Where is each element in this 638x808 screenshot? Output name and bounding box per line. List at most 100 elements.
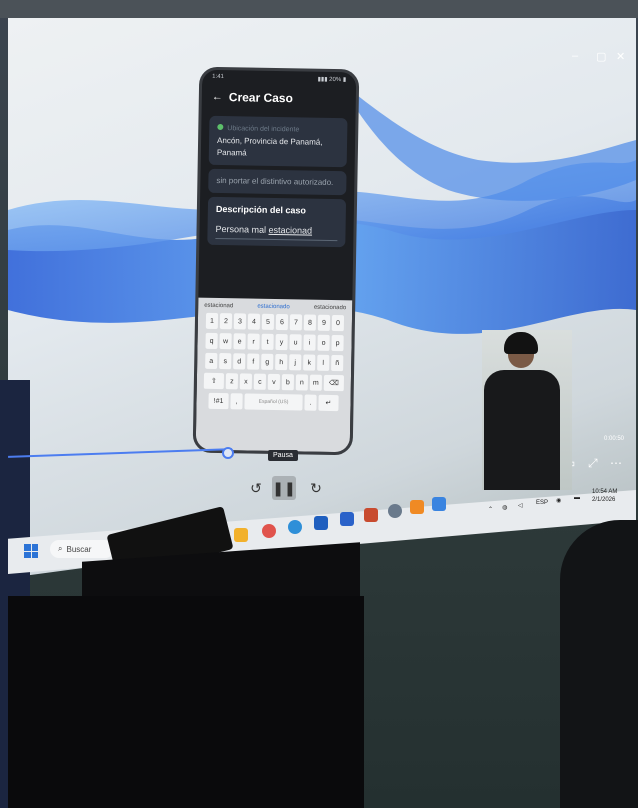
key[interactable]: 9 [317, 314, 331, 331]
key[interactable]: 8 [303, 314, 317, 331]
key[interactable]: h [275, 354, 288, 371]
key[interactable]: s [219, 353, 232, 370]
seek-knob[interactable] [222, 447, 234, 459]
key[interactable]: !#1 [208, 392, 229, 410]
key[interactable]: j [289, 354, 302, 371]
key[interactable]: v [267, 373, 281, 391]
key[interactable]: a [205, 352, 218, 369]
key[interactable]: 1 [205, 312, 219, 329]
key[interactable]: 4 [247, 313, 261, 330]
key[interactable]: p [331, 334, 344, 352]
key[interactable]: q [205, 332, 218, 349]
key[interactable]: 7 [289, 314, 303, 331]
on-screen-keyboard: estacionad estacionado estacionado 12345… [195, 297, 353, 453]
key[interactable]: n [295, 374, 309, 391]
key[interactable]: t [261, 333, 274, 350]
key[interactable]: . [304, 394, 317, 411]
windows-start-icon[interactable] [24, 544, 38, 558]
store-icon[interactable] [314, 516, 328, 530]
location-card[interactable]: Ubicación del incidente Ancón, Provincia… [208, 115, 348, 168]
location-value: Ancón, Provincia de Panamá, Panamá [216, 135, 323, 158]
key[interactable]: z [225, 373, 239, 390]
key[interactable]: 5 [261, 313, 275, 330]
key[interactable]: y [275, 334, 288, 351]
audience-member-silhouette [560, 520, 638, 808]
key[interactable]: i [303, 334, 316, 351]
key[interactable]: ⌫ [323, 374, 345, 392]
pause-icon[interactable]: ❚❚ [272, 476, 296, 500]
key[interactable]: c [253, 373, 267, 390]
photos-icon[interactable] [262, 524, 276, 538]
key[interactable]: w [219, 333, 232, 350]
previous-field-text: sin portar el distintivo autorizado. [216, 175, 334, 187]
key[interactable]: , [230, 393, 243, 410]
key[interactable]: o [317, 334, 330, 351]
more-icon[interactable]: ⋯ [610, 456, 622, 470]
suggestion-3[interactable]: estacionado [314, 305, 346, 312]
key[interactable]: g [261, 353, 274, 370]
page-title: Crear Caso [228, 90, 293, 106]
file-explorer-icon[interactable] [234, 528, 248, 542]
description-title: Descripción del caso [215, 203, 307, 216]
minimize-button[interactable]: – [572, 50, 578, 62]
vlc-icon[interactable] [410, 500, 424, 514]
key[interactable]: k [303, 354, 316, 371]
status-time: 1:41 [212, 73, 224, 81]
key[interactable]: ñ [331, 354, 344, 372]
key[interactable]: Español (US) [244, 393, 303, 411]
timecode: 0:00:50 [604, 436, 625, 442]
key[interactable]: ⇧ [203, 372, 225, 390]
fullscreen-icon[interactable]: ⤢ [588, 456, 598, 471]
key[interactable]: 2 [219, 313, 233, 330]
key[interactable]: r [247, 333, 260, 350]
key[interactable]: ↵ [318, 394, 339, 412]
keyboard-row: ⇧ z x c v b n m ⌫ [201, 372, 347, 392]
battery-icon[interactable]: ▬ [574, 495, 580, 501]
interpreter-body [484, 370, 560, 490]
suggestion-1[interactable]: estacionad [204, 303, 233, 310]
tray-time[interactable]: 10:54 AM [592, 489, 617, 495]
description-input[interactable]: Persona mal estacionad [215, 222, 338, 242]
key[interactable]: 0 [331, 314, 345, 332]
close-button[interactable]: ✕ [616, 50, 625, 63]
forward-10-icon[interactable]: ↻ [304, 476, 328, 500]
location-pin-icon [217, 123, 224, 131]
interpreter-hair [504, 332, 538, 354]
back-arrow-icon[interactable]: ← [212, 91, 223, 103]
location-tray-icon[interactable]: ◁ [518, 502, 523, 509]
key[interactable]: d [233, 353, 246, 370]
key[interactable]: l [317, 354, 330, 371]
key[interactable]: m [309, 374, 323, 391]
description-prefix: Persona mal [215, 223, 269, 235]
podium [8, 596, 364, 808]
rewind-10-icon[interactable]: ↺ [244, 476, 268, 500]
media-player-icon[interactable] [432, 497, 446, 511]
powerpoint-icon[interactable] [364, 508, 378, 522]
key[interactable]: x [239, 373, 253, 390]
word-icon[interactable] [340, 512, 354, 526]
location-label: Ubicación del incidente [227, 125, 300, 134]
taskbar-search[interactable]: ⌕ Buscar [50, 540, 114, 558]
key[interactable]: b [281, 374, 295, 391]
network-icon[interactable]: ◍ [502, 504, 507, 511]
suggestion-2[interactable]: estacionado [257, 304, 289, 311]
description-typed-word: estacionad [268, 224, 313, 236]
tray-date[interactable]: 2/1/2026 [592, 497, 615, 503]
key[interactable]: f [247, 353, 260, 370]
maximize-button[interactable]: ▢ [596, 50, 606, 63]
tray-language[interactable]: ESP [536, 500, 548, 506]
key[interactable]: 3 [233, 313, 247, 330]
search-placeholder: Buscar [66, 544, 92, 554]
keyboard-row: asdfghjklñ [201, 352, 347, 372]
settings-icon[interactable] [388, 504, 402, 518]
key[interactable]: u [289, 334, 302, 351]
edge-icon[interactable] [288, 520, 302, 534]
tray-chevron-icon[interactable]: ⌃ [488, 506, 493, 513]
previous-field[interactable]: sin portar el distintivo autorizado. [208, 168, 347, 196]
ceiling [0, 0, 638, 18]
key[interactable]: 6 [275, 314, 289, 331]
wifi-icon[interactable]: ◉ [556, 497, 561, 504]
search-icon: ⌕ [58, 544, 63, 553]
description-card[interactable]: Descripción del caso Persona mal estacio… [207, 196, 347, 248]
key[interactable]: e [233, 333, 246, 350]
